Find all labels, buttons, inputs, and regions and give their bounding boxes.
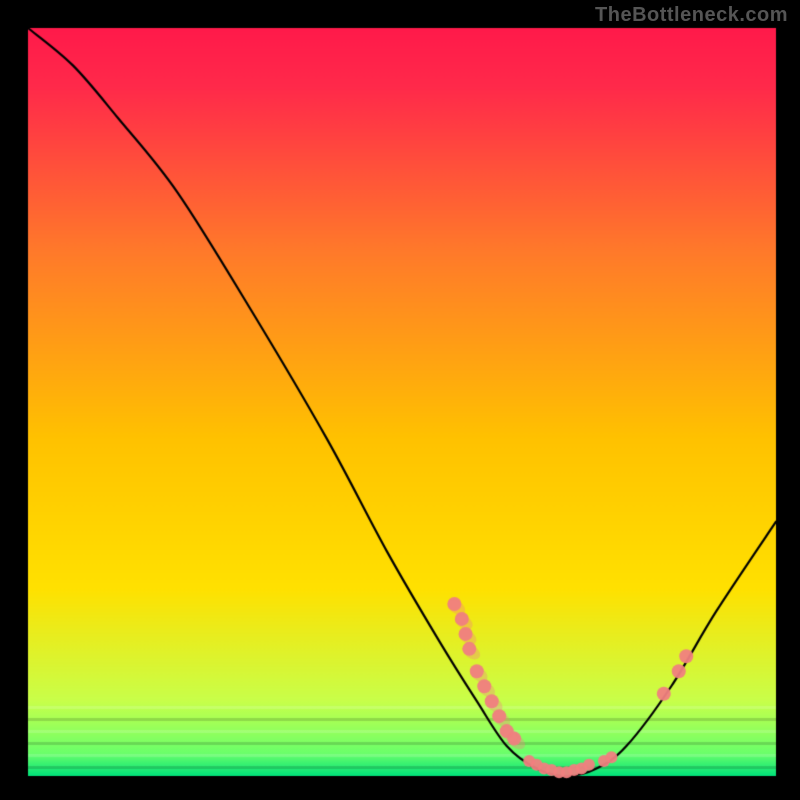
bottleneck-curve-chart <box>0 0 800 800</box>
chart-container: TheBottleneck.com <box>0 0 800 800</box>
watermark-text: TheBottleneck.com <box>595 4 788 27</box>
